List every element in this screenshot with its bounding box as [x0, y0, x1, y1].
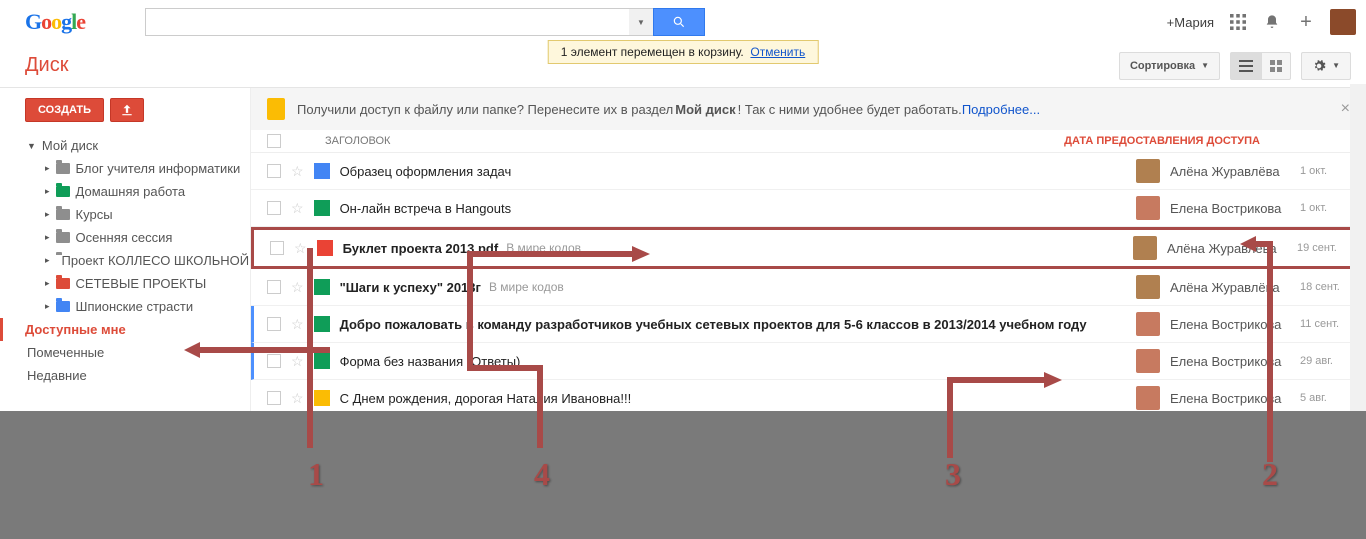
- annotation-1: 1: [308, 456, 324, 493]
- notif-text: 1 элемент перемещен в корзину.: [561, 45, 744, 59]
- file-row[interactable]: ☆ Он-лайн встреча в Hangouts Елена Вострик…: [251, 190, 1366, 227]
- file-type-icon: [314, 163, 330, 179]
- sort-button[interactable]: Сортировка▼: [1119, 52, 1220, 80]
- apps-icon[interactable]: [1228, 12, 1248, 32]
- sidebar-folder[interactable]: ▸Курсы: [25, 203, 250, 226]
- owner-avatar: [1136, 312, 1160, 336]
- owner-avatar: [1136, 159, 1160, 183]
- folder-icon: [56, 301, 70, 312]
- owner-avatar: [1136, 196, 1160, 220]
- user-avatar[interactable]: [1330, 9, 1356, 35]
- file-row[interactable]: ☆Буклет проекта 2013.pdfВ мире кодовАлён…: [251, 227, 1366, 269]
- owner-avatar: [1136, 386, 1160, 410]
- select-all-checkbox[interactable]: [267, 134, 281, 148]
- file-name: Образец оформления задач: [340, 164, 512, 179]
- search-dropdown[interactable]: ▼: [629, 8, 653, 36]
- col-title[interactable]: ЗАГОЛОВОК: [325, 135, 390, 147]
- share-date: 18 сент.: [1300, 281, 1350, 293]
- upload-button[interactable]: [110, 98, 144, 122]
- sidebar-folder[interactable]: ▸СЕТЕВЫЕ ПРОЕКТЫ: [25, 272, 250, 295]
- file-row[interactable]: ☆ Образец оформления задач Алёна Журавлёва…: [251, 153, 1366, 190]
- sidebar-my-drive[interactable]: ▼Мой диск: [25, 134, 250, 157]
- folder-icon: [56, 163, 70, 174]
- search-input[interactable]: [145, 8, 629, 36]
- row-checkbox[interactable]: [270, 241, 284, 255]
- sidebar-folder[interactable]: ▸Блог учителя информатики: [25, 157, 250, 180]
- share-date: 29 авг.: [1300, 355, 1350, 367]
- owner-name: Елена Вострикова: [1170, 201, 1290, 216]
- row-checkbox[interactable]: [267, 280, 281, 294]
- sidebar-folder[interactable]: ▸Домашняя работа: [25, 180, 250, 203]
- folder-icon: [56, 186, 70, 197]
- column-header: ЗАГОЛОВОК ДАТА ПРЕДОСТАВЛЕНИЯ ДОСТУПА: [251, 130, 1366, 153]
- learn-more-link[interactable]: Подробнее...: [962, 102, 1040, 117]
- banner-close[interactable]: ×: [1341, 100, 1350, 118]
- share-date: 19 сент.: [1297, 242, 1347, 254]
- list-view-button[interactable]: [1230, 52, 1262, 80]
- file-row[interactable]: ☆"Шаги к успеху" 2013гВ мире кодовАлёна …: [251, 269, 1366, 306]
- file-name: Добро пожаловать в команду разработчиков…: [340, 317, 1087, 332]
- col-date[interactable]: ДАТА ПРЕДОСТАВЛЕНИЯ ДОСТУПА: [1064, 135, 1350, 147]
- annotation-2: 2: [1262, 456, 1278, 493]
- owner-avatar: [1136, 349, 1160, 373]
- share-date: 5 авг.: [1300, 392, 1350, 404]
- owner-avatar: [1133, 236, 1157, 260]
- plus-icon[interactable]: +: [1296, 12, 1316, 32]
- file-row[interactable]: ☆Форма без названия (Ответы)Елена Востри…: [251, 343, 1366, 380]
- google-logo[interactable]: Google: [25, 9, 85, 35]
- annotation-3: 3: [945, 456, 961, 493]
- share-date: 1 окт.: [1300, 165, 1350, 177]
- owner-name: Алёна Журавлёва: [1170, 164, 1290, 179]
- sidebar-folder[interactable]: ▸Проект КОЛЛЕСО ШКОЛЬНОЙ ЖИЗНИ: [25, 249, 250, 272]
- doc-icon: [267, 98, 285, 120]
- star-icon[interactable]: ☆: [291, 200, 304, 217]
- share-date: 11 сент.: [1300, 318, 1350, 330]
- scrollbar[interactable]: [1350, 84, 1366, 411]
- grid-view-button[interactable]: [1262, 52, 1291, 80]
- plus-user[interactable]: +Мария: [1167, 15, 1214, 30]
- row-checkbox[interactable]: [267, 391, 281, 405]
- sidebar-folder[interactable]: ▸Шпионские страсти: [25, 295, 250, 318]
- star-icon[interactable]: ☆: [291, 163, 304, 180]
- drive-title: Диск: [25, 54, 68, 77]
- bell-icon[interactable]: [1262, 12, 1282, 32]
- annotation-4: 4: [534, 456, 550, 493]
- row-checkbox[interactable]: [267, 317, 281, 331]
- sidebar-shared[interactable]: Доступные мне: [0, 318, 250, 341]
- row-checkbox[interactable]: [267, 164, 281, 178]
- file-name: Он-лайн встреча в Hangouts: [340, 201, 512, 216]
- create-button[interactable]: СОЗДАТЬ: [25, 98, 104, 122]
- folder-icon: [56, 232, 70, 243]
- annotation-mask: [0, 411, 1366, 539]
- folder-icon: [56, 278, 70, 289]
- search-button[interactable]: [653, 8, 705, 36]
- settings-button[interactable]: ▼: [1301, 52, 1351, 80]
- owner-avatar: [1136, 275, 1160, 299]
- sidebar-folder[interactable]: ▸Осенняя сессия: [25, 226, 250, 249]
- file-type-icon: [314, 200, 330, 216]
- file-row[interactable]: ☆Добро пожаловать в команду разработчико…: [251, 306, 1366, 343]
- undo-link[interactable]: Отменить: [750, 45, 805, 59]
- undo-notification: 1 элемент перемещен в корзину. Отменить: [548, 40, 819, 64]
- folder-icon: [56, 209, 70, 220]
- share-date: 1 окт.: [1300, 202, 1350, 214]
- info-banner: Получили доступ к файлу или папке? Перен…: [251, 88, 1366, 130]
- row-checkbox[interactable]: [267, 201, 281, 215]
